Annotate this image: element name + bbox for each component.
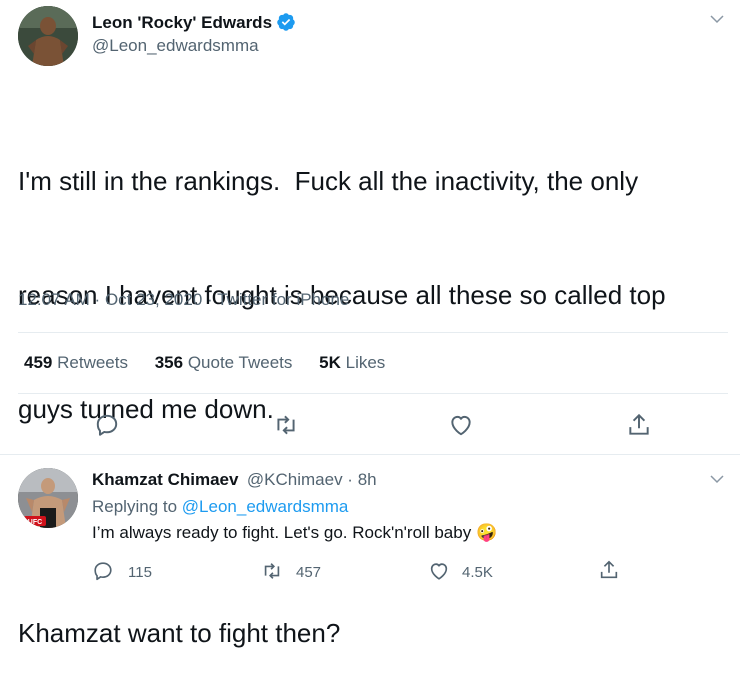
author-handle[interactable]: @Leon_edwardsmma — [92, 36, 259, 56]
verified-badge-icon — [276, 12, 296, 32]
reply-author-name[interactable]: Khamzat Chimaev — [92, 470, 238, 489]
meta-separator: · — [202, 290, 218, 309]
divider — [18, 393, 728, 394]
comment-icon[interactable] — [94, 412, 120, 438]
reply-age[interactable]: 8h — [358, 470, 377, 489]
divider — [18, 332, 728, 333]
reply-text: I’m always ready to fight. Let's go. Roc… — [92, 523, 497, 543]
quotes-label: Quote Tweets — [187, 353, 293, 372]
chevron-down-icon[interactable] — [708, 10, 726, 28]
replying-to: Replying to @Leon_edwardsmma — [92, 497, 348, 517]
reply-author-handle[interactable]: @KChimaev — [247, 470, 343, 489]
meta-separator: · — [342, 470, 358, 489]
retweet-count: 457 — [296, 564, 322, 581]
tweet-stats: 459 Retweets 356 Quote Tweets 5K Likes — [24, 353, 385, 373]
replying-to-label: Replying to — [92, 497, 178, 516]
zany-face-emoji-icon: 🤪 — [475, 523, 498, 542]
chevron-down-icon[interactable] — [708, 470, 726, 488]
heart-icon[interactable] — [448, 412, 474, 438]
retweets-stat[interactable]: 459 Retweets — [24, 353, 128, 372]
quotes-stat[interactable]: 356 Quote Tweets — [155, 353, 293, 372]
share-icon[interactable] — [626, 411, 652, 439]
tweet-text-line: Khamzat want to fight then? — [18, 618, 341, 648]
retweet-icon[interactable] — [260, 560, 284, 582]
author-name-text[interactable]: Leon 'Rocky' Edwards — [92, 13, 272, 32]
like-count: 4.5K — [462, 564, 493, 581]
likes-stat[interactable]: 5K Likes — [319, 353, 385, 372]
reply-count: 115 — [128, 564, 152, 581]
likes-label: Likes — [345, 353, 386, 372]
retweet-icon[interactable] — [272, 412, 300, 438]
meta-separator: · — [89, 290, 105, 309]
heart-icon[interactable] — [428, 560, 450, 582]
divider — [0, 454, 740, 455]
reply-text-body: I’m always ready to fight. Let's go. Roc… — [92, 523, 472, 542]
replying-to-handle[interactable]: @Leon_edwardsmma — [182, 497, 349, 516]
tweet-text: I'm still in the rankings. Fuck all the … — [18, 86, 733, 690]
reply-header: Khamzat Chimaev @KChimaev · 8h — [92, 470, 377, 490]
comment-icon[interactable] — [92, 560, 114, 582]
author-name[interactable]: Leon 'Rocky' Edwards — [92, 12, 296, 33]
reply-author-avatar[interactable]: UFC — [18, 468, 78, 528]
author-avatar[interactable] — [18, 6, 78, 66]
tweet-time[interactable]: 12:07 AM — [18, 290, 90, 309]
tweet-source[interactable]: Twitter for iPhone — [217, 290, 349, 309]
retweets-count: 459 — [24, 353, 53, 372]
tweet-date[interactable]: Oct 23, 2020 — [105, 290, 202, 309]
likes-count: 5K — [319, 353, 341, 372]
tweet-text-line: I'm still in the rankings. Fuck all the … — [18, 166, 639, 196]
share-icon[interactable] — [598, 558, 620, 582]
retweets-label: Retweets — [57, 353, 128, 372]
quotes-count: 356 — [154, 353, 184, 372]
tweet-meta: 12:07 AM · Oct 23, 2020 · Twitter for iP… — [18, 290, 349, 310]
